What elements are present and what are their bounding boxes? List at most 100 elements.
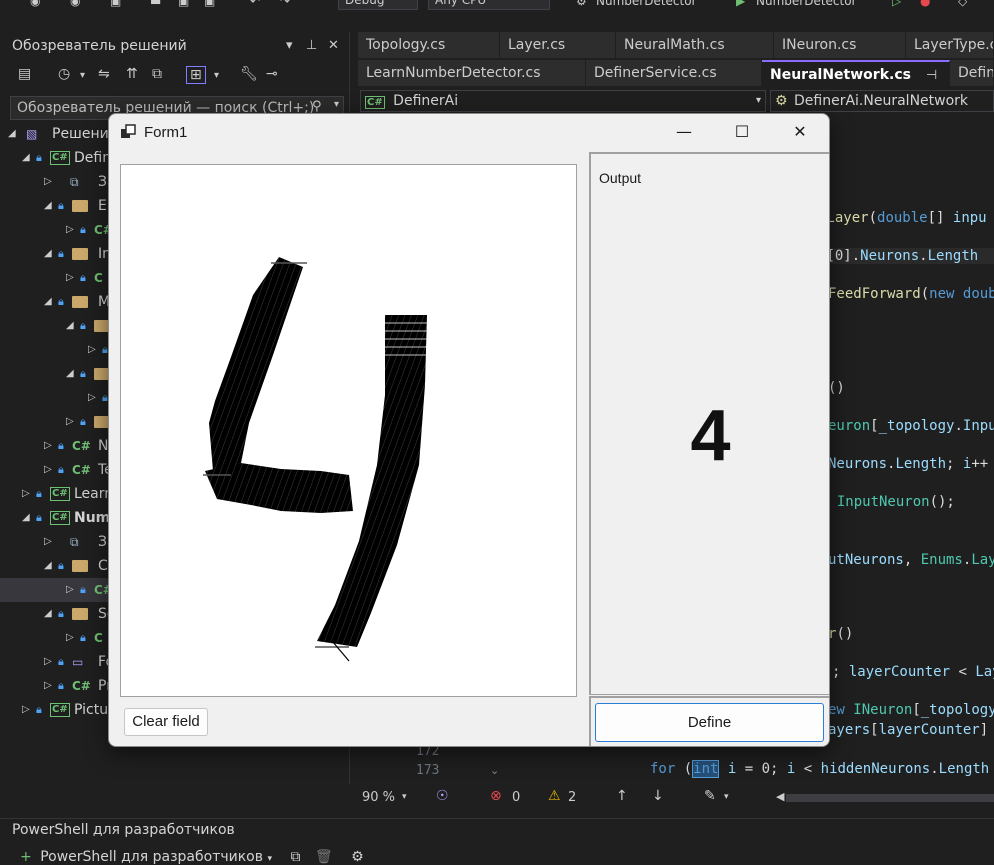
chevron-right-icon[interactable]: ▷ bbox=[44, 650, 52, 674]
chevron-right-icon[interactable]: ▷ bbox=[44, 170, 52, 194]
view-class-diagram-icon[interactable]: ⊞ bbox=[186, 66, 206, 84]
code-cleanup-brush-icon[interactable]: ✎ bbox=[704, 788, 716, 804]
show-all-files-icon[interactable]: ⧉ bbox=[152, 66, 162, 82]
open-icon[interactable]: ▬ bbox=[150, 0, 161, 8]
properties-wrench-icon[interactable]: 🔧︎ bbox=[240, 66, 258, 82]
save-icon[interactable]: ▣ bbox=[178, 0, 189, 8]
chevron-down-icon[interactable]: ▾ bbox=[724, 792, 729, 802]
back-icon[interactable]: ◉ bbox=[30, 0, 40, 8]
type-nav-dropdown[interactable]: ⚙ DefinerAi.NeuralNetwork bbox=[770, 90, 994, 112]
tab-topology[interactable]: Topology.cs bbox=[358, 32, 500, 58]
tab-definer-service[interactable]: DefinerService.cs bbox=[586, 60, 762, 86]
plus-icon[interactable]: + bbox=[20, 849, 32, 865]
chevron-right-icon[interactable]: ▷ bbox=[44, 530, 52, 554]
copilot-icon[interactable]: ☉ bbox=[436, 788, 449, 804]
code-line: FeedForward(new doub bbox=[828, 286, 994, 302]
lock-icon: 🔒︎ bbox=[80, 583, 86, 596]
error-icon[interactable]: ⊗ bbox=[490, 788, 502, 804]
chevron-right-icon[interactable]: ▷ bbox=[88, 338, 96, 362]
chevron-down-icon[interactable]: ◢ bbox=[44, 290, 52, 314]
panel-options-icon[interactable]: ▾ bbox=[286, 38, 293, 53]
preview-icon[interactable]: ⊸ bbox=[266, 66, 278, 82]
pending-changes-icon[interactable]: ◷ bbox=[58, 66, 70, 82]
lock-icon: 🔒︎ bbox=[58, 439, 64, 452]
chevron-down-icon[interactable]: ◢ bbox=[44, 194, 52, 218]
chevron-right-icon[interactable]: ▷ bbox=[66, 218, 74, 242]
chevron-right-icon[interactable]: ▷ bbox=[22, 698, 30, 722]
run-target-label[interactable]: NumberDetector bbox=[756, 0, 857, 8]
chevron-right-icon[interactable]: ▷ bbox=[22, 482, 30, 506]
tab-neural-math[interactable]: NeuralMath.cs bbox=[616, 32, 774, 58]
tree-item-label: Решени bbox=[52, 126, 109, 142]
search-icon[interactable]: ⚲ bbox=[312, 99, 322, 114]
tree-item-label: N bbox=[98, 438, 109, 454]
arrow-down-icon[interactable]: ↓ bbox=[652, 788, 664, 804]
sync-icon[interactable]: ▤ bbox=[18, 66, 31, 82]
fold-chevron-icon[interactable]: ⌄ bbox=[490, 764, 499, 777]
tab-ineuron[interactable]: INeuron.cs bbox=[774, 32, 906, 58]
chevron-right-icon[interactable]: ▷ bbox=[44, 674, 52, 698]
chevron-down-icon[interactable]: ◢ bbox=[8, 122, 16, 146]
drawing-canvas[interactable] bbox=[120, 164, 577, 697]
chevron-down-icon[interactable]: ◢ bbox=[22, 146, 30, 170]
refresh-icon[interactable]: ⇋ bbox=[98, 66, 110, 82]
tab-definer[interactable]: Defin bbox=[950, 60, 994, 86]
pin-icon[interactable]: ⊣ bbox=[926, 68, 937, 83]
chevron-right-icon[interactable]: ▷ bbox=[66, 410, 74, 434]
solution-config-select[interactable]: Debug bbox=[338, 0, 418, 10]
stop-icon[interactable]: ● bbox=[920, 0, 930, 8]
minimize-button[interactable]: — bbox=[655, 114, 713, 150]
chevron-down-icon[interactable]: ▾ bbox=[402, 792, 407, 802]
gear-icon[interactable]: ⚙ bbox=[351, 849, 364, 865]
tab-learn-number-detector[interactable]: LearnNumberDetector.cs bbox=[358, 60, 586, 86]
tab-neural-network[interactable]: NeuralNetwork.cs ⊣ ✕ bbox=[762, 60, 950, 86]
chevron-down-icon[interactable]: ◢ bbox=[44, 242, 52, 266]
project-nav-dropdown[interactable]: C# DefinerAi ▾ bbox=[360, 90, 766, 112]
tab-layer-type[interactable]: LayerType.cs bbox=[906, 32, 994, 58]
startup-project-label[interactable]: NumberDetector bbox=[596, 0, 697, 8]
redo-icon[interactable]: ↷ bbox=[280, 0, 290, 8]
save-all-icon[interactable]: ▣ bbox=[204, 0, 215, 8]
chevron-down-icon[interactable]: ◢ bbox=[44, 554, 52, 578]
chevron-right-icon[interactable]: ▷ bbox=[66, 266, 74, 290]
warning-icon[interactable]: ⚠ bbox=[548, 788, 561, 804]
start-without-debug-icon[interactable]: ▷ bbox=[892, 0, 901, 8]
powershell-instance-dropdown[interactable]: PowerShell для разработчиков bbox=[40, 849, 263, 865]
tab-layer[interactable]: Layer.cs bbox=[500, 32, 616, 58]
close-icon[interactable]: ✕ bbox=[328, 38, 339, 53]
copy-icon[interactable]: ⧉ bbox=[290, 849, 300, 865]
chevron-right-icon[interactable]: ▷ bbox=[44, 434, 52, 458]
delete-icon[interactable]: 🗑︎ bbox=[315, 849, 333, 865]
forward-icon[interactable]: ◉ bbox=[70, 0, 80, 8]
chevron-right-icon[interactable]: ▷ bbox=[66, 578, 74, 602]
scroll-left-icon[interactable]: ◀ bbox=[776, 790, 784, 803]
chevron-right-icon[interactable]: ▷ bbox=[66, 626, 74, 650]
code-line: tLayer(double[] inpu bbox=[818, 210, 987, 226]
collapse-all-icon[interactable]: ⇈ bbox=[126, 66, 138, 82]
chevron-down-icon[interactable]: ◢ bbox=[44, 602, 52, 626]
close-button[interactable]: ✕ bbox=[771, 114, 829, 150]
chevron-right-icon[interactable]: ▷ bbox=[44, 458, 52, 482]
chevron-down-icon[interactable]: ▾ bbox=[756, 91, 761, 111]
new-item-icon[interactable]: ▣ bbox=[110, 0, 121, 8]
chevron-down-icon[interactable]: ◢ bbox=[22, 506, 30, 530]
chevron-down-icon[interactable]: ▾ bbox=[214, 70, 219, 81]
solution-platform-select[interactable]: Any CPU bbox=[428, 0, 550, 10]
chevron-down-icon[interactable]: ◢ bbox=[66, 362, 74, 386]
maximize-button[interactable]: ☐ bbox=[713, 114, 771, 150]
chevron-down-icon[interactable]: ◢ bbox=[66, 314, 74, 338]
zoom-level[interactable]: 90 % bbox=[362, 790, 395, 805]
chevron-down-icon[interactable]: ▾ bbox=[80, 70, 85, 81]
horizontal-scrollbar[interactable] bbox=[786, 794, 994, 802]
undo-icon[interactable]: ↶ bbox=[250, 0, 260, 8]
chevron-down-icon[interactable]: ▾ bbox=[334, 99, 339, 110]
chevron-down-icon[interactable]: ▾ bbox=[267, 854, 272, 864]
chevron-right-icon[interactable]: ▷ bbox=[88, 386, 96, 410]
start-debug-icon[interactable]: ▶ bbox=[736, 0, 745, 8]
hot-reload-icon[interactable]: ◇ bbox=[958, 0, 967, 8]
clear-field-button[interactable]: Clear field bbox=[124, 708, 208, 736]
pin-icon[interactable]: ⊥ bbox=[306, 38, 317, 53]
arrow-up-icon[interactable]: ↑ bbox=[616, 788, 628, 804]
define-button[interactable]: Define bbox=[595, 703, 824, 742]
code-line: utNeurons, Enums.Lay bbox=[828, 552, 994, 568]
